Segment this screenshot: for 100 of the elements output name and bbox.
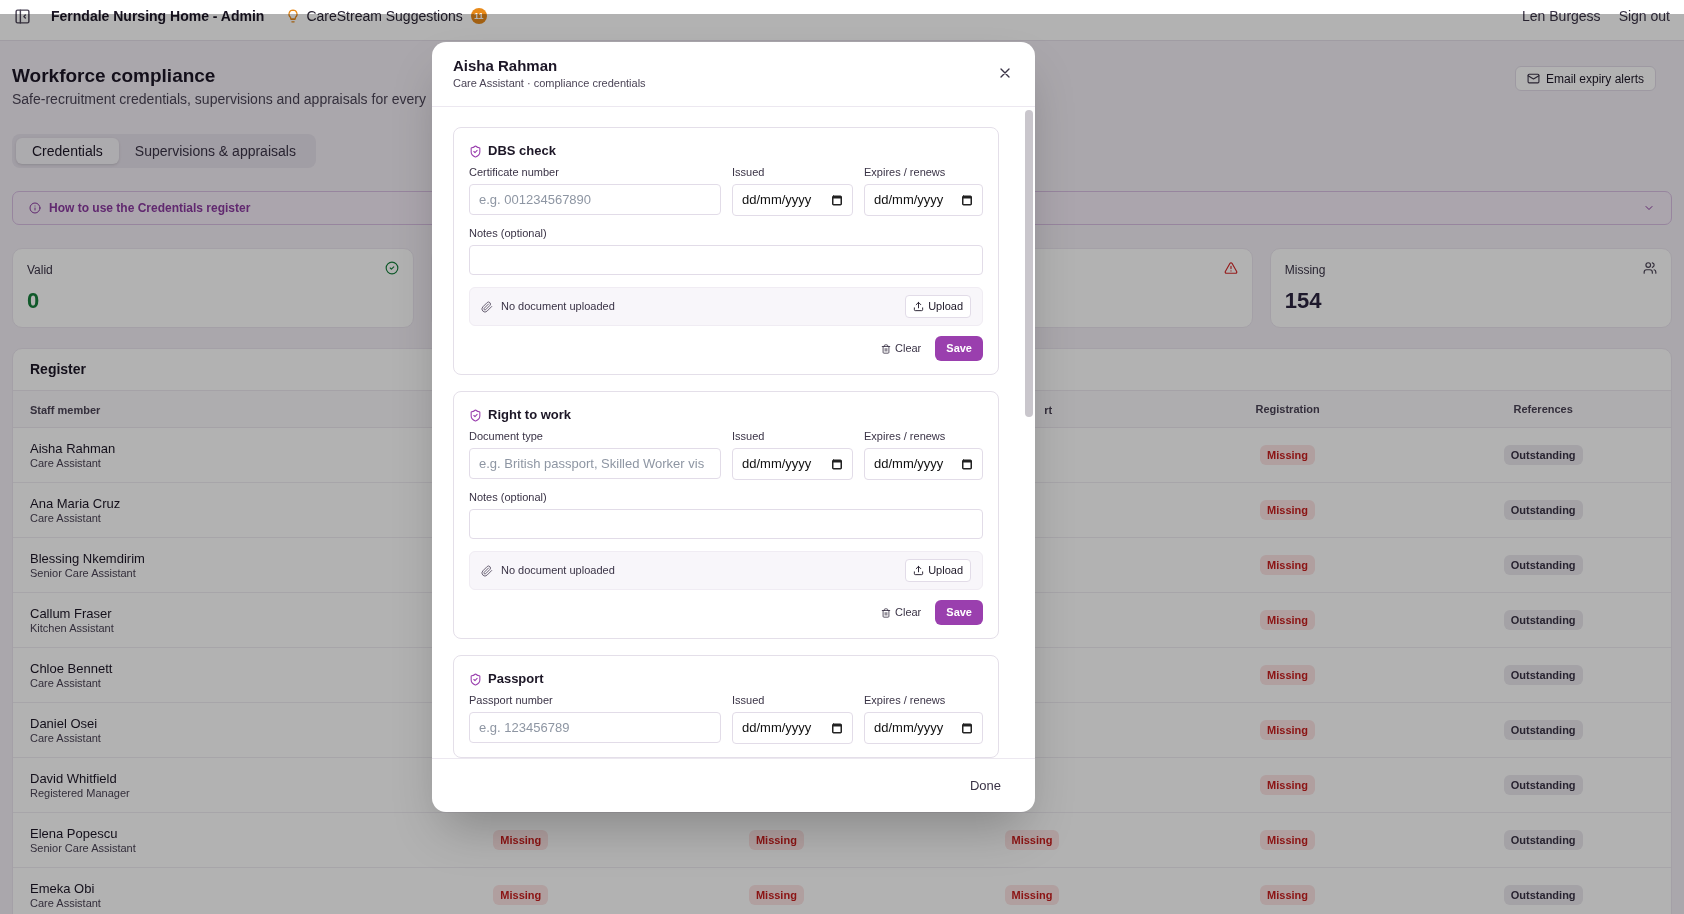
stat-label: Missing (1284, 262, 1326, 279)
calendar-icon (831, 722, 843, 734)
tab[interactable]: Credentials (16, 138, 119, 164)
section-title: DBS check (488, 142, 556, 161)
text-field[interactable]: e.g. British passport, Skilled Worker vis (469, 448, 721, 479)
clear-button[interactable]: Clear (881, 340, 922, 357)
status-badge: Missing (1004, 884, 1060, 906)
stat-value: 154 (1284, 287, 1323, 315)
calendar-icon (961, 458, 973, 470)
register-title: Register (30, 360, 87, 379)
date-field[interactable]: dd/mm/yyyy (732, 448, 853, 480)
save-button[interactable]: Save (935, 336, 983, 361)
status-badge: Missing (1260, 774, 1316, 796)
date-field[interactable]: dd/mm/yyyy (732, 184, 853, 216)
staff-name: Chloe Bennett (30, 660, 114, 677)
calendar-icon (831, 194, 843, 206)
check-circle-icon (385, 261, 400, 275)
status-badge: Missing (1260, 829, 1316, 851)
column-header: Staff member (30, 404, 101, 416)
email-alerts-button[interactable]: Email expiry alerts (1514, 66, 1656, 91)
stat-value: 0 (27, 287, 41, 315)
staff-role: Registered Manager (30, 787, 131, 800)
section-title: Right to work (488, 406, 572, 425)
staff-role: Care Assistant (30, 457, 102, 470)
staff-role: Senior Care Assistant (30, 842, 137, 855)
text-field[interactable]: e.g. 001234567890 (469, 184, 721, 215)
date-field[interactable]: dd/mm/yyyy (864, 712, 983, 744)
field-label: Expires / renews (864, 165, 947, 179)
status-badge: Outstanding (1503, 499, 1583, 521)
staff-role: Kitchen Assistant (30, 622, 115, 635)
upload-button[interactable]: Upload (905, 295, 971, 318)
status-badge: Outstanding (1503, 444, 1583, 466)
field-label: Passport number (469, 693, 554, 707)
field-label: Document type (469, 429, 544, 443)
staff-name: Elena Popescu (30, 825, 119, 842)
staff-name: David Whitfield (30, 770, 118, 787)
staff-name: Daniel Osei (30, 715, 99, 732)
status-badge: Outstanding (1503, 774, 1583, 796)
status-badge: Missing (1260, 609, 1316, 631)
upload-button[interactable]: Upload (905, 559, 971, 582)
done-button[interactable]: Done (969, 775, 1001, 796)
warning-icon (1223, 261, 1238, 275)
staff-role: Care Assistant (30, 897, 102, 910)
shield-icon (469, 408, 482, 422)
notes-field[interactable] (469, 245, 983, 275)
mail-icon (1526, 72, 1540, 85)
field-label: Issued (732, 693, 766, 707)
status-badge: Outstanding (1503, 884, 1583, 906)
status-badge: Missing (748, 884, 804, 906)
status-badge: Missing (493, 829, 549, 851)
tab[interactable]: Supervisions & appraisals (118, 138, 312, 164)
status-badge: Missing (1260, 554, 1316, 576)
status-badge: Missing (1260, 719, 1316, 741)
app-title: Ferndale Nursing Home - Admin (51, 7, 265, 26)
status-badge: Outstanding (1503, 554, 1583, 576)
status-badge: Outstanding (1503, 609, 1583, 631)
suggestions-link[interactable]: CareStream Suggestions 11 (286, 6, 487, 26)
sidebar-toggle-icon (14, 8, 31, 25)
user-name: Len Burgess (1522, 7, 1601, 26)
document-status: No document uploaded (501, 563, 616, 579)
calendar-icon (961, 194, 973, 206)
upload-icon (913, 301, 925, 312)
trash-icon (881, 607, 891, 618)
sign-out-link[interactable]: Sign out (1618, 6, 1670, 26)
status-badge: Missing (1004, 829, 1060, 851)
column-header: References (1513, 401, 1573, 417)
field-label: Expires / renews (864, 429, 947, 443)
shield-icon (469, 144, 482, 158)
staff-role: Care Assistant (30, 512, 102, 525)
date-field[interactable]: dd/mm/yyyy (864, 448, 983, 480)
clear-button[interactable]: Clear (881, 604, 922, 621)
date-field[interactable]: dd/mm/yyyy (864, 184, 983, 216)
document-status: No document uploaded (501, 299, 616, 315)
field-label: Certificate number (469, 165, 560, 179)
status-badge: Outstanding (1503, 829, 1583, 851)
calendar-icon (961, 722, 973, 734)
page-title: Workforce compliance (12, 64, 217, 88)
text-field[interactable]: e.g. 123456789 (469, 712, 721, 743)
status-badge: Missing (1260, 664, 1316, 686)
dialog-subtitle: Care Assistant · compliance credentials (453, 76, 646, 90)
info-icon (29, 202, 41, 214)
notes-field[interactable] (469, 509, 983, 539)
status-badge: Missing (1260, 444, 1316, 466)
field-label: Notes (optional) (469, 226, 548, 240)
notification-count: 11 (470, 8, 487, 24)
staff-name: Emeka Obi (30, 880, 96, 897)
staff-role: Care Assistant (30, 732, 102, 745)
field-label: Expires / renews (864, 693, 947, 707)
column-header: Registration (1255, 401, 1320, 417)
field-label: Issued (732, 429, 766, 443)
status-badge: Missing (748, 829, 804, 851)
save-button[interactable]: Save (935, 600, 983, 625)
staff-role: Care Assistant (30, 677, 102, 690)
status-badge: Outstanding (1503, 664, 1583, 686)
column-header: rt (1044, 404, 1053, 416)
date-field[interactable]: dd/mm/yyyy (732, 712, 853, 744)
status-badge: Outstanding (1503, 719, 1583, 741)
staff-name: Blessing Nkemdirim (30, 550, 146, 567)
status-badge: Missing (1260, 884, 1316, 906)
upload-icon (913, 565, 925, 576)
